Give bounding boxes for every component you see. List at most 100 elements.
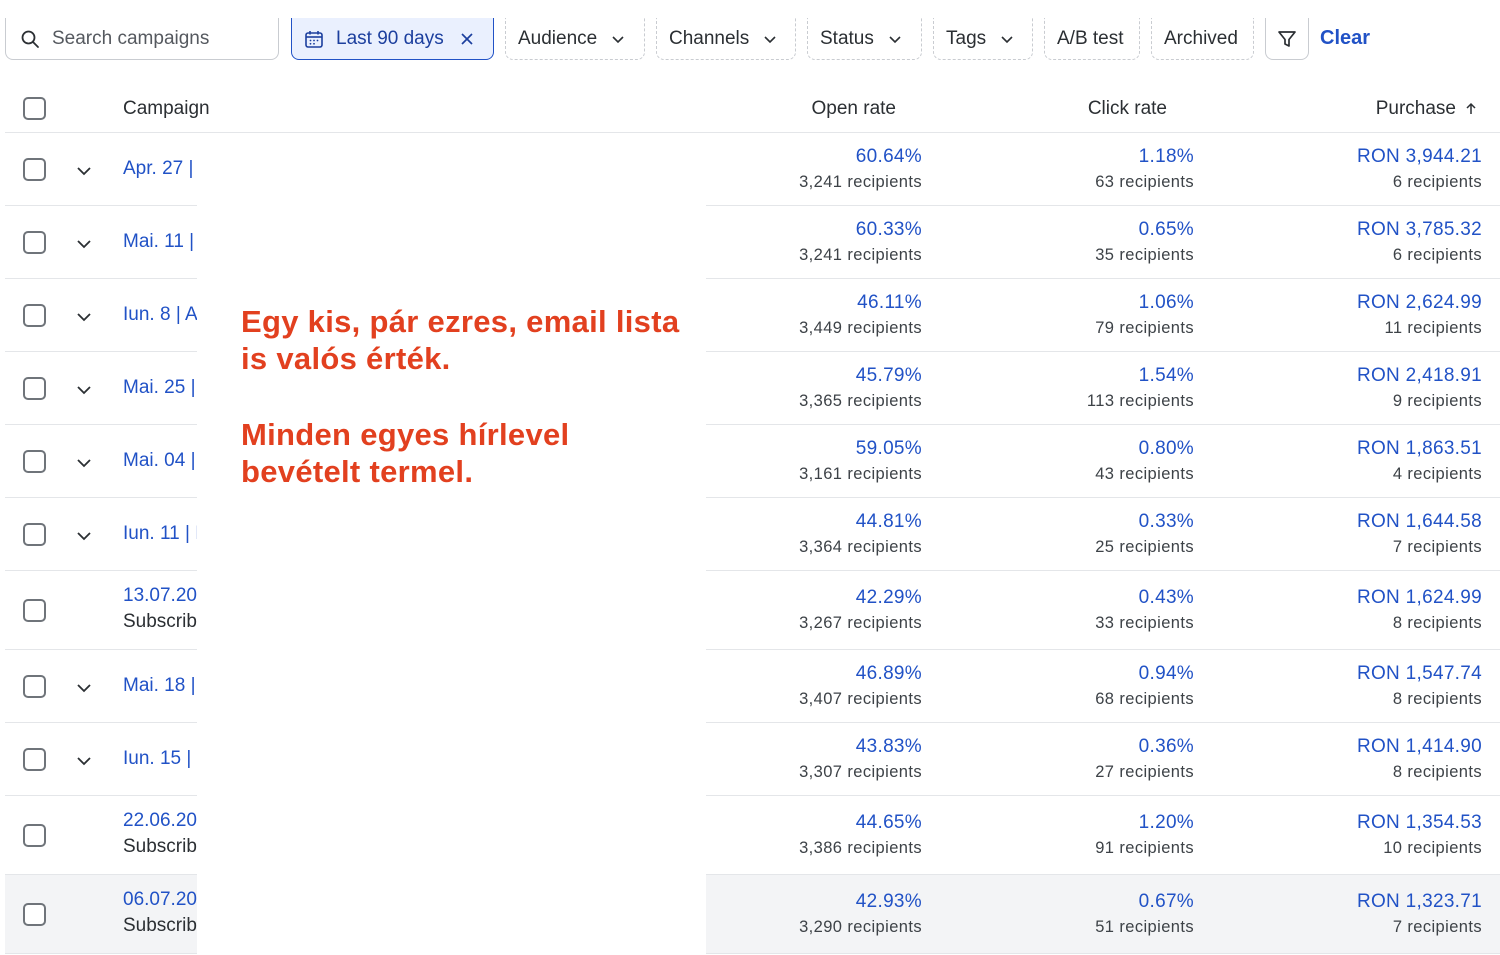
- purchase-value[interactable]: RON 1,323.71: [1357, 891, 1482, 913]
- click-rate-value[interactable]: 0.33%: [1095, 511, 1194, 533]
- campaign-name-link[interactable]: Iun. 15 |: [123, 748, 197, 770]
- row-checkbox[interactable]: [23, 376, 46, 400]
- column-header-campaign[interactable]: Campaign: [123, 98, 210, 120]
- campaign-name-link[interactable]: Iun. 11 | I: [123, 523, 197, 545]
- filter-button[interactable]: [1265, 18, 1309, 60]
- chevron-down-icon[interactable]: [75, 162, 93, 180]
- tags-filter[interactable]: Tags: [933, 18, 1033, 60]
- click-rate-value[interactable]: 1.06%: [1095, 292, 1194, 314]
- annotation-line-2: is valós érték.: [241, 341, 451, 376]
- search-icon: [21, 30, 39, 48]
- chevron-down-icon[interactable]: [75, 454, 93, 472]
- purchase-value[interactable]: RON 2,418.91: [1357, 365, 1482, 387]
- open-rate-value[interactable]: 42.29%: [799, 587, 922, 609]
- campaign-name-link[interactable]: Mai. 04 |: [123, 450, 197, 472]
- date-range-chip[interactable]: Last 90 days: [291, 18, 494, 60]
- archived-filter[interactable]: Archived: [1151, 18, 1254, 60]
- annotation-line-4: bevételt termel.: [241, 454, 474, 489]
- click-rate-value[interactable]: 0.80%: [1095, 438, 1194, 460]
- open-rate-value[interactable]: 60.33%: [799, 219, 922, 241]
- purchase-header-label: Purchase: [1375, 98, 1456, 119]
- campaign-name-link[interactable]: Apr. 27 |: [123, 158, 197, 180]
- campaign-name-link[interactable]: Iun. 8 | A: [123, 304, 197, 326]
- click-rate-value[interactable]: 1.20%: [1095, 812, 1194, 834]
- row-checkbox[interactable]: [23, 522, 46, 546]
- row-checkbox[interactable]: [23, 598, 46, 622]
- campaign-name-cell[interactable]: 13.07.20 Subscrib: [123, 585, 197, 633]
- open-rate-value[interactable]: 45.79%: [799, 365, 922, 387]
- purchase-recipients: 6 recipients: [1392, 245, 1482, 264]
- annotation-line-1: Egy kis, pár ezres, email lista: [241, 304, 680, 339]
- column-header-open-rate[interactable]: Open rate: [812, 98, 897, 120]
- open-rate-value[interactable]: 60.64%: [799, 146, 922, 168]
- chevron-down-icon[interactable]: [75, 235, 93, 253]
- click-rate-value[interactable]: 1.54%: [1087, 365, 1194, 387]
- row-checkbox[interactable]: [23, 230, 46, 254]
- open-rate-value[interactable]: 43.83%: [799, 736, 922, 758]
- status-filter[interactable]: Status: [807, 18, 922, 60]
- click-rate-value[interactable]: 0.65%: [1095, 219, 1194, 241]
- column-header-click-rate[interactable]: Click rate: [1088, 98, 1167, 120]
- purchase-recipients: 11 recipients: [1384, 318, 1482, 337]
- click-rate-value[interactable]: 0.36%: [1095, 736, 1194, 758]
- purchase-value[interactable]: RON 1,414.90: [1357, 736, 1482, 758]
- purchase-value[interactable]: RON 2,624.99: [1357, 292, 1482, 314]
- purchase-value[interactable]: RON 3,944.21: [1357, 146, 1482, 168]
- campaign-name-link[interactable]: 22.06.20: [123, 810, 197, 832]
- campaign-name-link[interactable]: 06.07.20: [123, 889, 197, 911]
- chevron-down-icon[interactable]: [75, 527, 93, 545]
- chevron-down-icon[interactable]: [75, 381, 93, 399]
- select-all-checkbox[interactable]: [23, 97, 46, 120]
- search-input[interactable]: [52, 27, 272, 50]
- open-recipients: 3,307 recipients: [799, 762, 922, 781]
- chevron-down-icon[interactable]: [75, 308, 93, 326]
- purchase-value[interactable]: RON 1,624.99: [1357, 587, 1482, 609]
- row-checkbox[interactable]: [23, 674, 46, 698]
- row-checkbox[interactable]: [23, 449, 46, 473]
- annotation-text-2: Minden egyes hírlevel bevételt termel.: [241, 416, 569, 490]
- ab-test-filter[interactable]: A/B test: [1044, 18, 1140, 60]
- purchase-recipients: 4 recipients: [1392, 464, 1482, 483]
- channels-filter[interactable]: Channels: [656, 18, 796, 60]
- row-checkbox[interactable]: [23, 747, 46, 771]
- open-rate-value[interactable]: 46.89%: [799, 663, 922, 685]
- purchase-value[interactable]: RON 1,644.58: [1357, 511, 1482, 533]
- campaign-name-link[interactable]: Mai. 25 |: [123, 377, 197, 399]
- campaign-name-link[interactable]: 13.07.20: [123, 585, 197, 607]
- campaign-name-cell[interactable]: 22.06.20 Subscrib: [123, 810, 197, 858]
- open-recipients: 3,241 recipients: [799, 172, 922, 191]
- campaign-subline: Subscrib: [123, 835, 197, 857]
- purchase-value[interactable]: RON 1,547.74: [1357, 663, 1482, 685]
- row-checkbox[interactable]: [23, 902, 46, 926]
- column-header-purchase[interactable]: Purchase: [1376, 98, 1478, 120]
- purchase-value[interactable]: RON 1,354.53: [1357, 812, 1482, 834]
- open-rate-value[interactable]: 42.93%: [799, 891, 922, 913]
- purchase-value[interactable]: RON 1,863.51: [1357, 438, 1482, 460]
- open-rate-value[interactable]: 44.81%: [799, 511, 922, 533]
- clear-filters-link[interactable]: Clear: [1320, 27, 1370, 50]
- open-rate-value[interactable]: 46.11%: [799, 292, 922, 314]
- campaign-name-cell[interactable]: 06.07.20 Subscrib: [123, 889, 197, 937]
- click-rate-value[interactable]: 0.43%: [1095, 587, 1194, 609]
- click-rate-value[interactable]: 0.67%: [1095, 891, 1194, 913]
- click-rate-cell: 1.06% 79 recipients: [1095, 292, 1194, 338]
- purchase-recipients: 8 recipients: [1392, 613, 1482, 632]
- chevron-down-icon[interactable]: [75, 752, 93, 770]
- click-rate-value[interactable]: 0.94%: [1095, 663, 1194, 685]
- campaign-name-link[interactable]: Mai. 11 |: [123, 231, 197, 253]
- audience-filter[interactable]: Audience: [505, 18, 645, 60]
- purchase-value[interactable]: RON 3,785.32: [1357, 219, 1482, 241]
- close-icon[interactable]: [460, 32, 474, 46]
- purchase-recipients: 7 recipients: [1392, 537, 1482, 556]
- campaign-name-link[interactable]: Mai. 18 |: [123, 675, 197, 697]
- open-rate-value[interactable]: 44.65%: [799, 812, 922, 834]
- click-rate-value[interactable]: 1.18%: [1095, 146, 1194, 168]
- search-box[interactable]: [5, 18, 279, 60]
- row-checkbox[interactable]: [23, 823, 46, 847]
- chevron-down-icon[interactable]: [75, 679, 93, 697]
- click-recipients: 33 recipients: [1095, 613, 1194, 632]
- open-rate-value[interactable]: 59.05%: [799, 438, 922, 460]
- row-checkbox[interactable]: [23, 157, 46, 181]
- row-checkbox[interactable]: [23, 303, 46, 327]
- open-rate-cell: 42.29% 3,267 recipients: [799, 587, 922, 633]
